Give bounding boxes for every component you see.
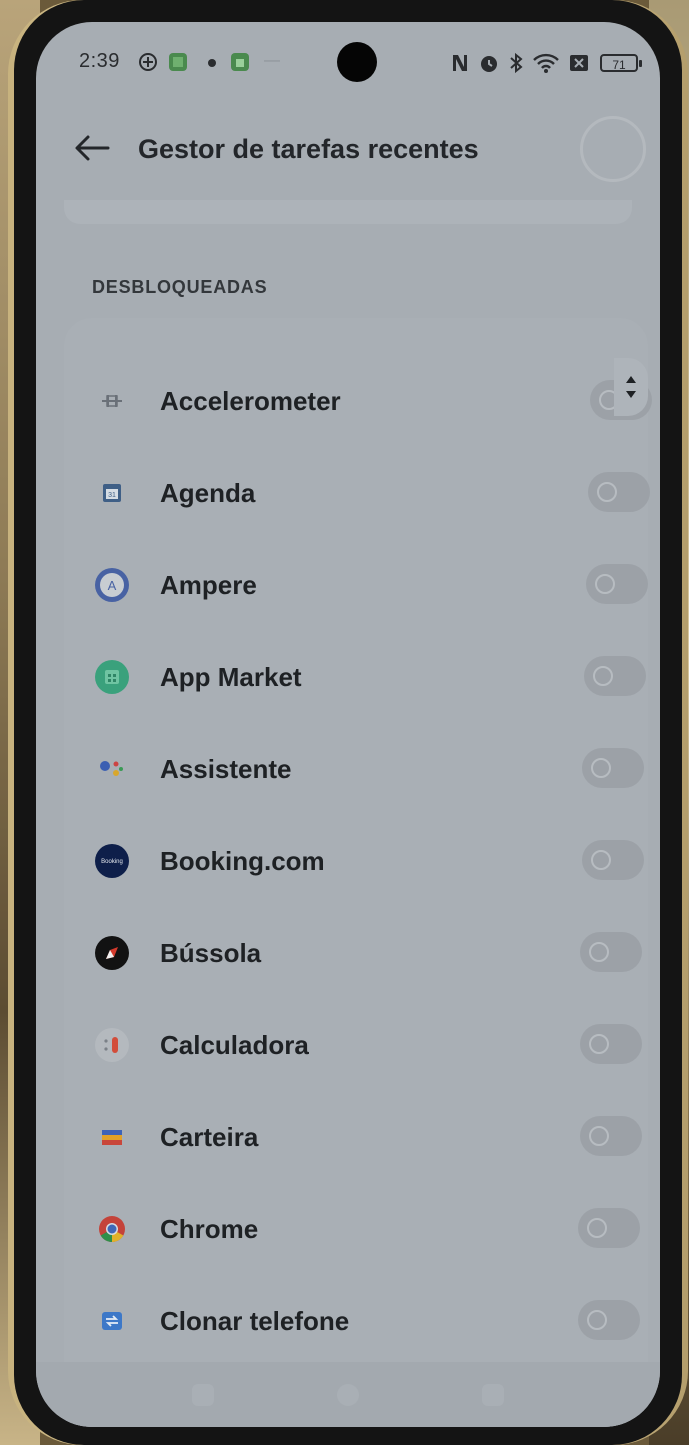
list-item-assistente[interactable]: Assistente xyxy=(64,724,648,814)
list-item-calculadora[interactable]: Calculadora xyxy=(64,1000,648,1090)
floating-button[interactable] xyxy=(580,116,646,182)
scroll-arrows-icon xyxy=(626,376,636,398)
toggle-knob xyxy=(589,1126,609,1146)
svg-text:Booking: Booking xyxy=(101,859,123,865)
app-label: Accelerometer xyxy=(160,386,341,416)
lock-toggle[interactable] xyxy=(582,748,644,788)
lock-toggle[interactable] xyxy=(588,472,650,512)
calculator-icon xyxy=(95,1028,129,1062)
wallet-icon xyxy=(102,1130,122,1145)
list-item-clonar-telefone[interactable]: Clonar telefone xyxy=(64,1276,648,1366)
svg-text:31: 31 xyxy=(108,492,116,499)
app-label: Booking.com xyxy=(160,846,325,876)
ampere-icon: A xyxy=(95,568,129,602)
front-camera xyxy=(337,42,377,82)
small-notification-icon xyxy=(208,59,216,67)
header-divider xyxy=(64,200,632,224)
toggle-knob xyxy=(593,666,613,686)
battery-indicator: 71 xyxy=(600,54,642,72)
vpn-icon xyxy=(139,53,157,71)
lock-toggle[interactable] xyxy=(580,1024,642,1064)
app-label: Chrome xyxy=(160,1214,259,1244)
notification-app-icon xyxy=(169,53,187,71)
lock-toggle[interactable] xyxy=(584,656,646,696)
toggle-knob xyxy=(595,574,615,594)
toggle-knob xyxy=(591,758,611,778)
svg-text:A: A xyxy=(108,578,117,593)
section-label: DESBLOQUEADAS xyxy=(92,277,268,297)
list-item-accelerometer[interactable]: Accelerometer xyxy=(64,356,652,446)
chrome-icon xyxy=(99,1216,125,1243)
app-label: App Market xyxy=(160,662,302,692)
lock-toggle[interactable] xyxy=(580,1116,642,1156)
lock-toggle[interactable] xyxy=(582,840,644,880)
clone-phone-icon xyxy=(102,1312,122,1330)
nav-home-button[interactable] xyxy=(337,1384,359,1406)
nav-back-button[interactable] xyxy=(482,1384,504,1406)
scroll-handle[interactable] xyxy=(614,358,648,416)
no-sim-icon xyxy=(570,55,588,71)
app-label: Carteira xyxy=(160,1122,259,1152)
accelerometer-icon xyxy=(102,395,122,407)
bluetooth-icon xyxy=(510,52,523,74)
toggle-knob xyxy=(591,850,611,870)
app-bar: Gestor de tarefas recentes xyxy=(36,102,660,202)
toggle-knob xyxy=(589,1034,609,1054)
app-market-icon xyxy=(95,660,129,694)
lock-toggle[interactable] xyxy=(580,932,642,972)
wifi-icon xyxy=(533,53,559,73)
toggle-knob xyxy=(587,1310,607,1330)
list-item-ampere[interactable]: A Ampere xyxy=(64,540,648,630)
app-label: Ampere xyxy=(160,570,257,600)
calendar-icon: 31 xyxy=(103,484,121,502)
status-time: 2:39 xyxy=(79,50,120,72)
assistant-icon xyxy=(100,761,123,776)
app-label: Bússola xyxy=(160,938,262,968)
phone-screen: 2:39 — 71 Gestor de tarefas recentes DES… xyxy=(36,22,660,1427)
apps-list-card: Accelerometer 31 Agenda A Ampere App Mar… xyxy=(64,318,652,1427)
toggle-knob xyxy=(589,942,609,962)
notification-app2-icon xyxy=(231,53,249,71)
toggle-knob xyxy=(587,1218,607,1238)
app-label: Agenda xyxy=(160,478,256,508)
lock-toggle[interactable] xyxy=(578,1300,640,1340)
list-item-agenda[interactable]: 31 Agenda xyxy=(64,448,650,538)
lock-toggle[interactable] xyxy=(578,1208,640,1248)
more-notifications-dash: — xyxy=(264,52,280,69)
navigation-bar xyxy=(36,1362,660,1427)
app-label: Clonar telefone xyxy=(160,1306,350,1336)
list-item-booking[interactable]: Booking Booking.com xyxy=(64,816,648,906)
nfc-icon xyxy=(453,55,467,71)
toggle-knob xyxy=(597,482,617,502)
app-label: Assistente xyxy=(160,754,292,784)
status-bar: 2:39 — 71 xyxy=(36,22,660,102)
list-item-app-market[interactable]: App Market xyxy=(64,632,648,722)
lock-toggle[interactable] xyxy=(586,564,648,604)
app-label: Calculadora xyxy=(160,1030,309,1060)
list-item-chrome[interactable]: Chrome xyxy=(64,1184,648,1274)
list-item-bussola[interactable]: Bússola xyxy=(64,908,648,998)
back-arrow-icon[interactable] xyxy=(72,132,112,164)
page-title: Gestor de tarefas recentes xyxy=(138,134,479,164)
booking-icon: Booking xyxy=(95,844,129,878)
compass-icon xyxy=(95,936,129,970)
alarm-icon xyxy=(481,56,497,72)
list-item-carteira[interactable]: Carteira xyxy=(64,1092,648,1182)
nav-recents-button[interactable] xyxy=(192,1384,214,1406)
